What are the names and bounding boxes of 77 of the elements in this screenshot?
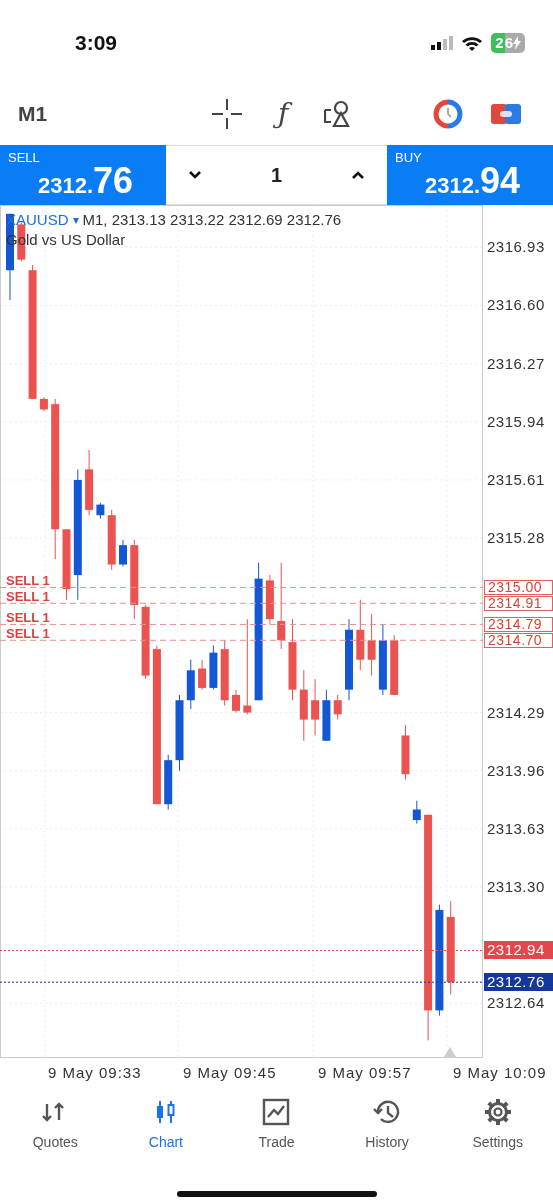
time-axis-label: 9 May 09:45 [183,1064,277,1081]
chevron-down-icon [188,170,202,180]
price-tick-label: 2316.93 [487,239,545,256]
toggle-icon [491,102,521,126]
tab-bar-item[interactable]: Quotes [0,1092,111,1167]
candlestick [198,659,207,691]
order-price-tag: 2315.00 [484,580,553,596]
candlestick [232,689,240,714]
price-tick-label: 2314.29 [487,704,545,721]
signal-icon [431,35,454,50]
candlestick [164,754,173,810]
candlestick [220,639,229,706]
candlestick [401,724,410,781]
tab-bar-item[interactable]: History [331,1092,443,1167]
order-price-tag: 2314.79 [484,617,553,633]
time-axis-label: 9 May 09:57 [318,1064,412,1081]
candlestick [265,574,274,625]
order-label: SELL 1 [6,627,50,641]
chevron-up-icon [351,170,365,180]
clock-ring-button[interactable] [433,99,463,129]
tab-bar-item[interactable]: Chart [110,1092,222,1167]
price-tick-label: 2312.64 [487,995,545,1012]
indicators-button[interactable]: ƒ [270,94,297,134]
candlestick [390,634,399,696]
price-tick-label: 2313.96 [487,762,545,779]
ohlc-values: M1, 2313.13 2313.22 2312.69 2312.76 [82,210,342,230]
candlestick [107,509,116,571]
charging-bolt-icon [513,35,521,50]
candlestick [412,800,421,825]
candlestick [367,613,376,677]
candlestick [85,449,94,516]
order-price-tag: 2314.70 [484,633,553,649]
wifi-icon [461,34,484,51]
price-tick-label: 2315.94 [487,413,545,430]
candlestick [119,539,127,567]
candlestick [39,396,48,412]
candlestick [356,599,365,671]
order-label: SELL 1 [6,574,50,588]
sell-button[interactable]: SELL 2312.76 [0,145,166,205]
bid-price-tag: 2312.76 [484,973,553,992]
candlestick [209,645,218,691]
tab-bar-item[interactable]: Settings [442,1092,553,1167]
scroll-marker-icon[interactable] [444,1047,456,1057]
volume-value: 1 [270,163,283,187]
shapes-icon [324,100,353,128]
candlestick [186,659,195,710]
candlestick [322,689,331,742]
order-price-tag: 2314.91 [484,596,553,612]
price-tick-label: 2315.28 [487,530,545,547]
candlestick [311,678,320,736]
price-tick-label: 2313.63 [487,820,545,837]
symbol-dropdown[interactable]: ▾ [72,213,79,227]
settings-icon [483,1098,512,1126]
clock-time: 3:09 [75,30,118,55]
price-tick-label: 2315.61 [487,471,545,488]
candlestick [96,502,105,520]
line-chart-icon [262,1098,291,1126]
clock-ring-icon [433,99,463,129]
order-label: SELL 1 [6,590,50,604]
price-tick-label: 2313.30 [487,879,545,896]
history-icon [373,1098,402,1126]
toggle-button[interactable] [491,102,521,126]
shapes-button[interactable] [324,100,353,128]
tab-bar-item[interactable]: Trade [221,1092,332,1167]
crosshair-button[interactable] [212,99,242,129]
time-axis-label: 9 May 09:33 [48,1064,142,1081]
battery-indicator: 26 [491,32,525,53]
crosshair-icon [212,99,242,129]
timeframe-label: M1 [18,102,49,126]
candlestick [333,694,342,721]
time-axis-label: 9 May 10:09 [453,1064,547,1081]
order-label: SELL 1 [6,611,50,625]
price-tick-label: 2316.27 [487,355,545,372]
buy-button[interactable]: BUY 2312.94 [387,145,553,205]
ask-price-tag: 2312.94 [484,941,553,960]
price-tick-label: 2316.60 [487,297,545,314]
symbol-description: Gold vs US Dollar [6,230,127,250]
